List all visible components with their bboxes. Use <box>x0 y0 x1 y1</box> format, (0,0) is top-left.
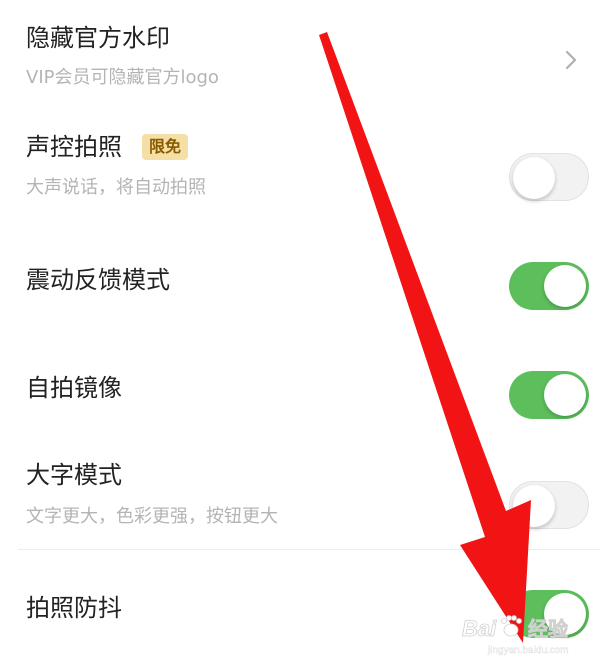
toggle-knob <box>544 593 586 635</box>
setting-title: 声控拍照 <box>26 133 122 161</box>
chevron-right-icon[interactable] <box>564 49 578 71</box>
selfie-mirror-toggle[interactable] <box>509 371 589 419</box>
setting-title: 拍照防抖 <box>26 594 122 622</box>
settings-list: 隐藏官方水印 VIP会员可隐藏官方logo 声控拍照 限免 大声说话，将自动拍照… <box>0 0 600 664</box>
toggle-knob <box>544 374 586 416</box>
free-trial-badge: 限免 <box>142 134 189 160</box>
voice-photo-toggle[interactable] <box>509 153 589 201</box>
haptic-feedback-toggle[interactable] <box>509 262 589 310</box>
setting-subtitle: 文字更大，色彩更强，按钮更大 <box>26 506 278 527</box>
setting-large-text: 大字模式 文字更大，色彩更强，按钮更大 <box>0 435 600 549</box>
setting-title: 大字模式 <box>26 461 122 489</box>
setting-stabilization: 拍照防抖 <box>0 550 600 664</box>
setting-title: 震动反馈模式 <box>26 266 170 294</box>
toggle-knob <box>544 265 586 307</box>
setting-subtitle: VIP会员可隐藏官方logo <box>26 67 219 88</box>
setting-title: 自拍镜像 <box>26 374 122 402</box>
setting-subtitle: 大声说话，将自动拍照 <box>26 177 206 198</box>
stabilization-toggle[interactable] <box>509 590 589 638</box>
large-text-toggle[interactable] <box>509 481 589 529</box>
toggle-knob <box>513 157 555 199</box>
setting-voice-photo: 声控拍照 限免 大声说话，将自动拍照 <box>0 105 600 215</box>
setting-hide-watermark[interactable]: 隐藏官方水印 VIP会员可隐藏官方logo <box>0 0 600 105</box>
toggle-knob <box>513 485 555 527</box>
setting-title: 隐藏官方水印 <box>26 24 170 52</box>
setting-haptic-feedback: 震动反馈模式 <box>0 215 600 325</box>
setting-selfie-mirror: 自拍镜像 <box>0 325 600 435</box>
